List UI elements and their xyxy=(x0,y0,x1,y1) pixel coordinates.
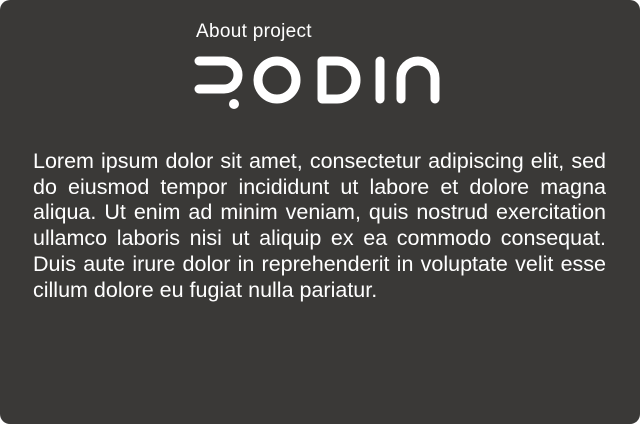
rodin-logo xyxy=(194,56,448,112)
project-description: Lorem ipsum dolor sit amet, consectetur … xyxy=(33,149,606,302)
about-project-heading: About project xyxy=(196,21,312,42)
about-panel: About project Lorem ipsum dolor sit amet… xyxy=(0,0,640,424)
